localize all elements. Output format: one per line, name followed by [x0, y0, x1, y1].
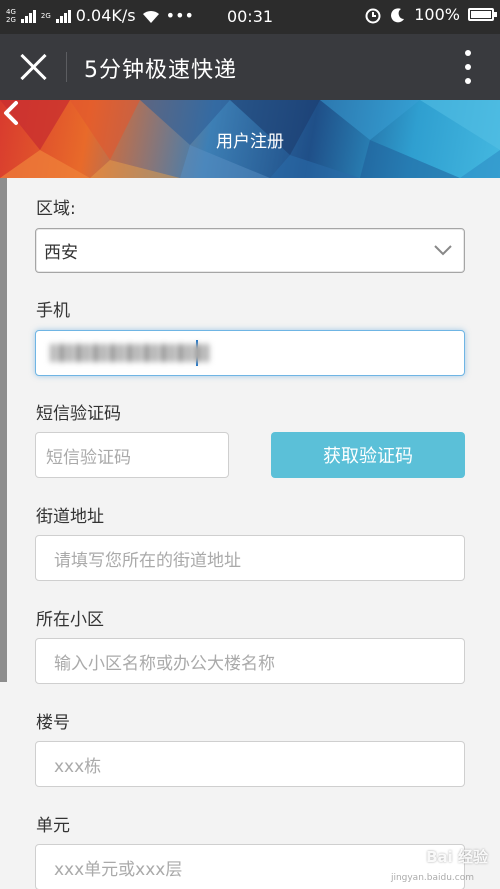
status-right: 100%	[364, 5, 497, 24]
unit-label: 单元	[36, 816, 70, 836]
sms-code-label: 短信验证码	[36, 404, 121, 424]
get-code-button[interactable]: 获取验证码	[271, 432, 465, 478]
scrollbar[interactable]	[0, 178, 7, 682]
chevron-down-icon	[434, 245, 452, 256]
building-label: 楼号	[36, 713, 70, 733]
community-label: 所在小区	[36, 610, 104, 630]
region-label: 区域:	[36, 199, 76, 219]
app-title: 5分钟极速快递	[84, 58, 237, 83]
app-bar: 5分钟极速快递	[0, 34, 500, 100]
region-value: 西安	[44, 243, 78, 263]
close-icon[interactable]	[18, 52, 48, 82]
battery-percent: 100%	[414, 5, 460, 24]
watermark-url: jingyan.baidu.com	[390, 873, 474, 883]
baidu-watermark: Bai 经验	[426, 846, 488, 867]
street-placeholder: 请填写您所在的街道地址	[54, 550, 241, 571]
alarm-icon	[365, 8, 381, 23]
phone-label: 手机	[36, 301, 70, 321]
page-header: 用户注册	[0, 100, 500, 178]
unit-placeholder: xxx单元或xxx层	[54, 859, 183, 880]
page-title: 用户注册	[216, 132, 284, 152]
registration-form: 区域: 西安 手机 短信验证码 短信验证码 获取验证码 街道地址 请填写您所在的…	[0, 178, 500, 889]
watermark-text: Bai 经验	[426, 848, 488, 866]
phone-input[interactable]	[35, 330, 465, 376]
building-input[interactable]: xxx栋	[35, 741, 465, 787]
community-placeholder: 输入小区名称或办公大楼名称	[54, 653, 275, 674]
sms-code-input[interactable]: 短信验证码	[35, 432, 229, 478]
moon-icon	[391, 7, 405, 22]
battery-icon	[468, 8, 497, 21]
building-placeholder: xxx栋	[54, 756, 102, 777]
community-input[interactable]: 输入小区名称或办公大楼名称	[35, 638, 465, 684]
region-select[interactable]: 西安	[35, 228, 465, 273]
divider	[66, 52, 67, 82]
street-label: 街道地址	[36, 507, 104, 527]
sms-code-placeholder: 短信验证码	[46, 447, 131, 468]
status-bar: 4G 2G 2G 0.04K/s ••• 00:31 100%	[0, 0, 500, 34]
street-input[interactable]: 请填写您所在的街道地址	[35, 535, 465, 581]
back-arrow-icon[interactable]	[0, 100, 24, 126]
more-options-icon[interactable]	[464, 50, 472, 84]
blurred-phone-number	[50, 344, 210, 362]
